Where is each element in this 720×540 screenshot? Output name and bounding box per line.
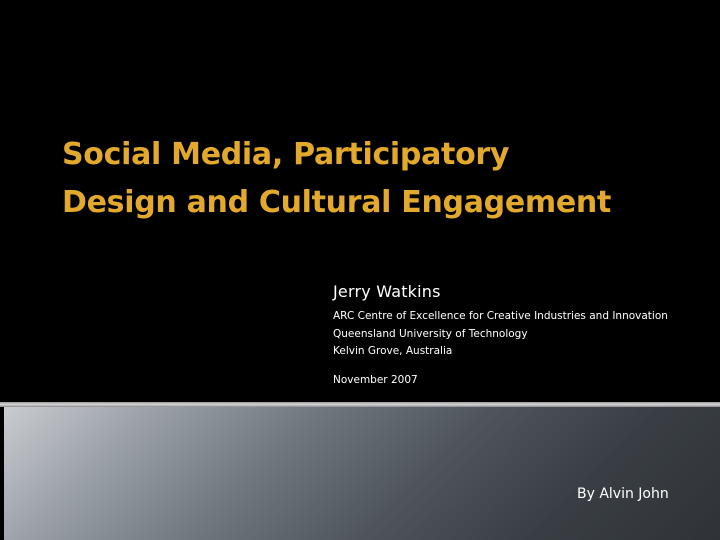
affiliation-line-3: Kelvin Grove, Australia <box>333 345 453 357</box>
slide-title-line-2: Design and Cultural Engagement <box>62 185 612 220</box>
affiliation-line-2: Queensland University of Technology <box>333 327 528 340</box>
affiliation-line-1: ARC Centre of Excellence for Creative In… <box>333 310 668 322</box>
footer-panel <box>2 407 720 540</box>
presentation-date: November 2007 <box>333 373 418 386</box>
subtitle-block: Jerry Watkins ARC Centre of Excellence f… <box>333 279 713 389</box>
slide-title: Social Media, Participatory Design and C… <box>62 131 702 227</box>
slide-title-line-1: Social Media, Participatory <box>62 137 510 172</box>
byline: By Alvin John <box>577 486 669 502</box>
title-panel: Social Media, Participatory Design and C… <box>0 0 720 402</box>
presenter-name: Jerry Watkins <box>333 282 441 301</box>
slide: Social Media, Participatory Design and C… <box>0 0 720 540</box>
